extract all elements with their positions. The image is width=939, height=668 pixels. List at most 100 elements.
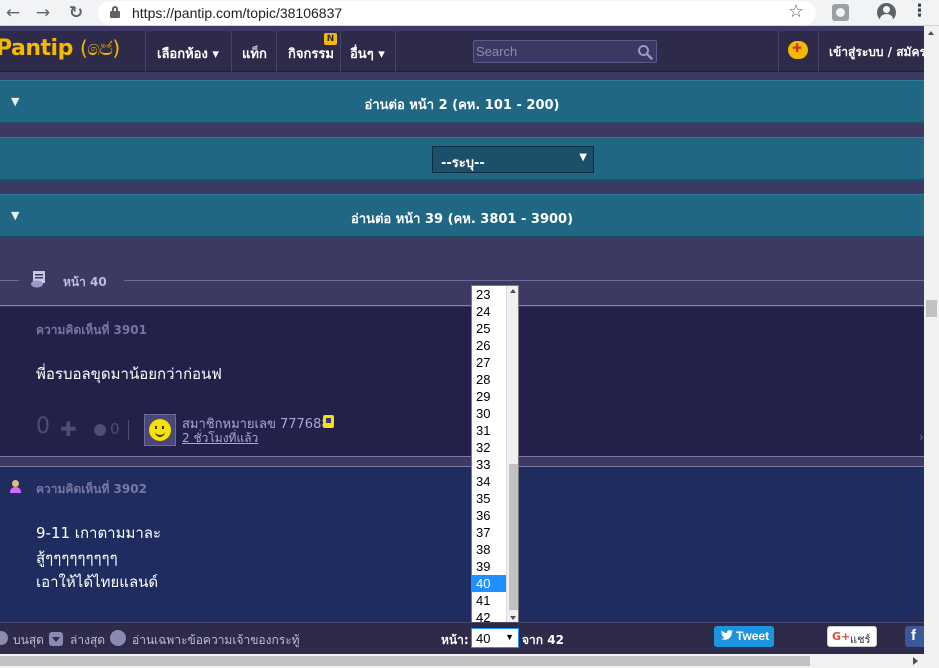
forward-icon[interactable]: → [32, 2, 54, 24]
avatar[interactable] [144, 414, 176, 446]
tweet-button[interactable]: Tweet [714, 626, 774, 647]
dropdown-option[interactable]: 33 [472, 456, 506, 473]
login-link[interactable]: เข้าสู่ระบบ / สมัคร [829, 43, 926, 62]
dropdown-option[interactable]: 28 [472, 371, 506, 388]
member-badge-icon [323, 415, 334, 428]
browser-menu-icon[interactable]: ⋮ [911, 1, 928, 21]
dropdown-option[interactable]: 36 [472, 507, 506, 524]
menu-tags[interactable]: แท็ก [242, 43, 267, 64]
back-icon[interactable]: ← [2, 2, 24, 24]
comment-3902: ความคิดเห็นที่ 3902 9-11 เกาตามมาละ สู้ๆ… [0, 467, 924, 622]
dropdown-scroll-thumb[interactable] [509, 464, 518, 610]
dropdown-option[interactable]: 26 [472, 337, 506, 354]
search-input[interactable] [476, 43, 626, 60]
scroll-up-icon[interactable] [928, 31, 934, 35]
reload-icon[interactable]: ↻ [65, 2, 87, 24]
dropdown-option[interactable]: 39 [472, 558, 506, 575]
facebook-icon[interactable] [905, 626, 924, 647]
page-label: หน้า: [441, 633, 469, 647]
bookmark-star-icon[interactable]: ☆ [788, 1, 804, 22]
timestamp-link[interactable]: 2 ชั่วโมงที่แล้ว [182, 429, 258, 448]
dropdown-option[interactable]: 23 [472, 286, 506, 303]
page-divider: หน้า 40 [0, 262, 924, 306]
page-icon [31, 271, 45, 288]
read-more-page-39-text[interactable]: อ่านต่อ หน้า 39 (คห. 3801 - 3900) [0, 208, 924, 229]
total-pages-label: จาก 42 [522, 633, 564, 647]
scroll-top-link[interactable]: บนสุด [13, 631, 44, 650]
lock-icon [110, 6, 120, 18]
page-horizontal-scrollbar[interactable] [0, 654, 939, 668]
page-select[interactable]: 40 ▼ [471, 628, 519, 648]
gplus-share-button[interactable]: G+ แชร์ [827, 626, 877, 647]
dropdown-scrollbar[interactable] [506, 286, 518, 625]
scroll-up-icon[interactable] [510, 289, 516, 293]
twitter-bird-icon [721, 630, 733, 640]
url-text[interactable]: https://pantip.com/topic/38106837 [132, 5, 342, 21]
scroll-top-icon[interactable] [0, 631, 8, 645]
page-vertical-scrollbar[interactable] [924, 26, 939, 654]
extension-icon[interactable] [832, 4, 849, 21]
read-more-page-2-bar[interactable]: ▼ อ่านต่อ หน้า 2 (คห. 101 - 200) [0, 80, 924, 124]
scroll-right-icon[interactable] [913, 657, 918, 665]
gplus-icon: G+ [832, 630, 851, 643]
dropdown-option[interactable]: 24 [472, 303, 506, 320]
bottom-toolbar: บนสุด ล่างสุด อ่านเฉพาะข้อความเจ้าของกระ… [0, 622, 924, 654]
dropdown-option-selected[interactable]: 40 [472, 575, 506, 592]
scroll-bottom-icon[interactable] [49, 632, 63, 646]
filter-select-value: --ระบุ-- [441, 156, 485, 171]
dropdown-option[interactable]: 27 [472, 354, 506, 371]
chevron-down-icon: ▼ [505, 632, 514, 642]
dropdown-option[interactable]: 29 [472, 388, 506, 405]
menu-select-room[interactable]: เลือกห้อง ▾ [157, 43, 219, 64]
tweet-label: Tweet [736, 629, 770, 643]
page-label: หน้า 40 [63, 275, 107, 289]
dropdown-option[interactable]: 25 [472, 320, 506, 337]
scroll-bottom-link[interactable]: ล่างสุด [70, 631, 105, 650]
dropdown-option[interactable]: 37 [472, 524, 506, 541]
dropdown-option[interactable]: 32 [472, 439, 506, 456]
dropdown-option[interactable]: 34 [472, 473, 506, 490]
new-badge: N [324, 33, 337, 45]
filter-select[interactable]: --ระบุ-- ▼ [432, 146, 594, 173]
scroll-down-icon[interactable] [510, 616, 516, 620]
page-dropdown-list[interactable]: 23 24 25 26 27 28 29 30 31 32 33 34 35 3… [471, 285, 519, 626]
dropdown-option[interactable]: 31 [472, 422, 506, 439]
read-more-page-39-bar[interactable]: ▼ อ่านต่อ หน้า 39 (คห. 3801 - 3900) [0, 194, 924, 238]
comment-number: ความคิดเห็นที่ 3901 [36, 323, 147, 337]
search-icon[interactable] [637, 44, 653, 60]
comment-line-1: 9-11 เกาตามมาละ [36, 524, 162, 542]
comment-line-2: เอาให้ได้ไทยแลนด์ [36, 573, 159, 591]
comment-3901: ความคิดเห็นที่ 3901 พี่อรบอลขุดมาน้อยกว่… [0, 307, 924, 456]
emotion-icon[interactable] [94, 424, 106, 436]
dropdown-option[interactable]: 41 [472, 592, 506, 609]
dropdown-option[interactable]: 38 [472, 541, 506, 558]
site-header: Pantip (෧෪) เลือกห้อง ▾ แท็ก กิจกรรม N อ… [0, 31, 926, 72]
notification-icon[interactable] [788, 41, 808, 59]
dropdown-option[interactable]: 35 [472, 490, 506, 507]
page-select-value: 40 [476, 631, 491, 646]
comment-line-2: สู้ๆๆๆๆๆๆๆๆๆ [36, 549, 118, 567]
search-box [473, 40, 657, 63]
vertical-scroll-thumb[interactable] [926, 300, 937, 317]
owner-filter-icon[interactable] [110, 630, 126, 646]
profile-icon[interactable] [877, 3, 896, 22]
filter-bar: --ระบุ-- ▼ [0, 137, 924, 181]
smiley-icon [149, 419, 171, 441]
menu-more[interactable]: อื่นๆ ▾ [350, 43, 385, 64]
pantip-logo[interactable]: Pantip (෧෪) [0, 36, 120, 61]
member-icon [9, 480, 21, 494]
browser-toolbar: ← → ↻ https://pantip.com/topic/38106837 … [0, 0, 939, 26]
share-label: แชร์ [850, 633, 871, 646]
emotion-count: 0 [110, 420, 120, 438]
address-bar[interactable]: https://pantip.com/topic/38106837 [98, 1, 816, 25]
plus-vote-icon[interactable]: ✚ [60, 417, 77, 441]
vote-count: 0 [36, 414, 50, 439]
owner-only-link[interactable]: อ่านเฉพาะข้อความเจ้าของกระทู้ [132, 631, 300, 650]
comment-divider [0, 456, 924, 467]
read-more-page-2-text[interactable]: อ่านต่อ หน้า 2 (คห. 101 - 200) [0, 94, 924, 115]
dropdown-option[interactable]: 30 [472, 405, 506, 422]
menu-activities[interactable]: กิจกรรม [288, 43, 334, 64]
horizontal-scroll-thumb[interactable] [0, 656, 810, 666]
comment-number: ความคิดเห็นที่ 3902 [36, 482, 147, 496]
chevron-down-icon: ▼ [579, 152, 587, 163]
